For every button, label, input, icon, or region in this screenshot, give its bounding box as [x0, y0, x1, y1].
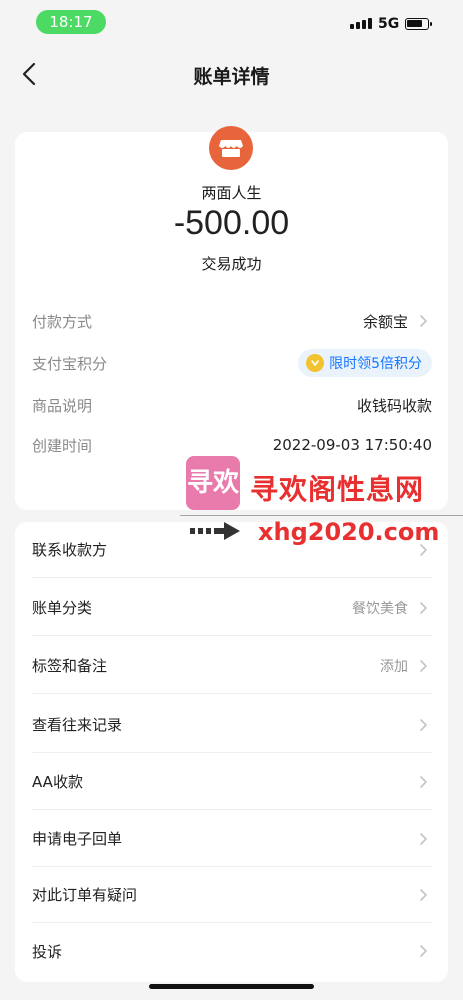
- detail-row-payment-method[interactable]: 付款方式 余额宝: [32, 307, 432, 335]
- action-label: 联系收款方: [32, 541, 108, 559]
- action-label: AA收款: [32, 773, 83, 791]
- chevron-right-icon: [414, 773, 432, 791]
- chevron-right-icon: [414, 716, 432, 734]
- home-indicator[interactable]: [149, 984, 314, 989]
- network-type: 5G: [378, 16, 400, 32]
- action-view-history[interactable]: 查看往来记录: [32, 697, 432, 753]
- detail-label: 支付宝积分: [32, 354, 108, 373]
- merchant-name: 两面人生: [201, 184, 262, 202]
- transaction-card: 两面人生 -500.00 交易成功 付款方式 余额宝 支付宝积分 限时领5倍积分…: [15, 126, 448, 510]
- detail-row-created-time: 创建时间 2022-09-03 17:50:40: [32, 431, 432, 459]
- action-label: 申请电子回单: [32, 830, 123, 848]
- detail-value: 余额宝: [362, 312, 408, 331]
- signal-icon: [350, 18, 372, 29]
- points-promo-text: 限时领5倍积分: [329, 356, 422, 372]
- action-value: 添加: [380, 658, 408, 675]
- watermark-divider: [180, 515, 463, 516]
- merchant-store-icon: [209, 126, 253, 170]
- battery-icon: [405, 18, 432, 30]
- action-tags-notes[interactable]: 标签和备注 添加: [32, 638, 432, 694]
- chevron-right-icon: [414, 312, 432, 330]
- chevron-right-icon: [414, 942, 432, 960]
- watermark-logo: 寻欢: [186, 456, 240, 510]
- action-label: 标签和备注: [32, 657, 108, 675]
- status-time: 18:17: [36, 10, 106, 34]
- detail-value: 收钱码收款: [356, 396, 432, 415]
- actions-card: 联系收款方 账单分类 餐饮美食 标签和备注 添加 查看往来记录 AA收款 申请电…: [15, 522, 448, 982]
- action-bill-category[interactable]: 账单分类 餐饮美食: [32, 580, 432, 636]
- detail-label: 付款方式: [32, 312, 93, 331]
- nav-bar: 账单详情: [0, 48, 463, 100]
- action-label: 对此订单有疑问: [32, 886, 138, 904]
- watermark-url: xhg2020.com: [258, 518, 440, 546]
- action-e-receipt[interactable]: 申请电子回单: [32, 811, 432, 867]
- transaction-amount: -500.00: [173, 204, 290, 242]
- chevron-right-icon: [414, 830, 432, 848]
- arrow-right-icon: [190, 522, 240, 540]
- detail-row-alipay-points: 支付宝积分 限时领5倍积分: [32, 349, 432, 377]
- detail-row-product-desc: 商品说明 收钱码收款: [32, 391, 432, 419]
- transaction-status: 交易成功: [201, 255, 262, 273]
- points-promo-badge[interactable]: 限时领5倍积分: [298, 349, 432, 377]
- bill-detail-page: 18:17 5G 账单详情 两面人生 -500.00 交易成功 付款方式 余额宝: [0, 0, 463, 1000]
- action-label: 查看往来记录: [32, 716, 123, 734]
- points-coin-icon: [306, 354, 325, 372]
- watermark-name: 寻欢阁性息网: [250, 473, 425, 506]
- action-value: 餐饮美食: [352, 600, 408, 617]
- action-order-question[interactable]: 对此订单有疑问: [32, 867, 432, 923]
- chevron-right-icon: [414, 657, 432, 675]
- action-label: 投诉: [32, 942, 63, 961]
- action-label: 账单分类: [32, 599, 93, 617]
- chevron-right-icon: [414, 599, 432, 617]
- action-aa-collect[interactable]: AA收款: [32, 754, 432, 810]
- detail-label: 创建时间: [32, 436, 93, 455]
- action-complaint[interactable]: 投诉: [32, 923, 432, 979]
- detail-label: 商品说明: [32, 396, 93, 415]
- chevron-right-icon: [414, 886, 432, 904]
- detail-value: 2022-09-03 17:50:40: [272, 436, 432, 454]
- page-title: 账单详情: [193, 66, 270, 88]
- status-bar: 18:17 5G: [0, 0, 463, 44]
